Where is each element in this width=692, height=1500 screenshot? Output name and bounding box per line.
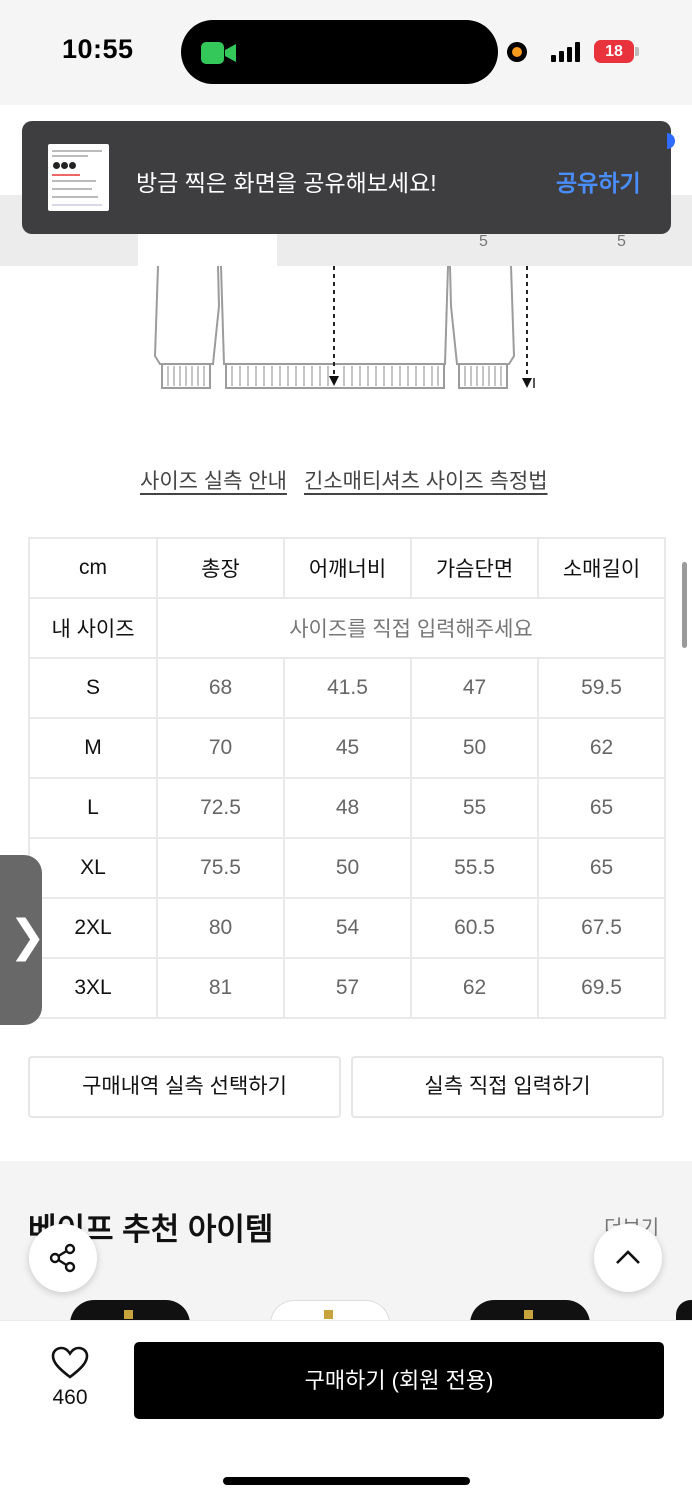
chevron-right-icon: ❯ bbox=[9, 911, 46, 962]
table-cell: 70 bbox=[157, 717, 285, 779]
table-cell: 57 bbox=[284, 957, 412, 1019]
measurement-guide-link[interactable]: 긴소매티셔츠 사이즈 측정법 bbox=[304, 465, 548, 495]
chevron-up-icon bbox=[616, 1250, 640, 1264]
table-row: 2XL 80 54 60.5 67.5 bbox=[28, 897, 666, 959]
size-table: cm 총장 어깨너비 가슴단면 소매길이 내 사이즈 사이즈를 직접 입력해주세… bbox=[28, 537, 666, 1019]
toast-message: 방금 찍은 화면을 공유해보세요! bbox=[136, 170, 437, 196]
table-cell: 60.5 bbox=[411, 897, 539, 959]
mic-indicator-dot bbox=[507, 42, 527, 62]
table-cell: 45 bbox=[284, 717, 412, 779]
table-row: 3XL 81 57 62 69.5 bbox=[28, 957, 666, 1019]
table-cell: 65 bbox=[538, 837, 666, 899]
table-cell: 62 bbox=[538, 717, 666, 779]
size-guide-link[interactable]: 사이즈 실측 안내 bbox=[140, 465, 287, 495]
size-label: L bbox=[28, 777, 158, 839]
table-cell: 72.5 bbox=[157, 777, 285, 839]
product-tag bbox=[524, 1310, 533, 1319]
column-header: 총장 bbox=[157, 537, 285, 599]
table-cell: 75.5 bbox=[157, 837, 285, 899]
table-cell: 65 bbox=[538, 777, 666, 839]
table-cell: 59.5 bbox=[538, 657, 666, 719]
battery-icon: 18 bbox=[594, 40, 634, 63]
table-cell: 50 bbox=[411, 717, 539, 779]
manual-measure-input-button[interactable]: 실측 직접 입력하기 bbox=[351, 1056, 664, 1118]
table-cell: 81 bbox=[157, 957, 285, 1019]
table-cell: 54 bbox=[284, 897, 412, 959]
table-cell: 69.5 bbox=[538, 957, 666, 1019]
size-label: 3XL bbox=[28, 957, 158, 1019]
size-label: XL bbox=[28, 837, 158, 899]
battery-level: 18 bbox=[605, 43, 623, 60]
cellular-signal-icon bbox=[551, 42, 580, 62]
battery-tip bbox=[635, 47, 639, 56]
table-cell: 68 bbox=[157, 657, 285, 719]
table-cell: 48 bbox=[284, 777, 412, 839]
my-size-input[interactable]: 사이즈를 직접 입력해주세요 bbox=[157, 597, 666, 659]
column-header: 가슴단면 bbox=[411, 537, 539, 599]
column-header: 소매길이 bbox=[538, 537, 666, 599]
badge-edge bbox=[667, 133, 675, 149]
video-camera-icon bbox=[201, 42, 236, 64]
my-size-row: 내 사이즈 사이즈를 직접 입력해주세요 bbox=[28, 597, 666, 659]
table-cell: 80 bbox=[157, 897, 285, 959]
share-icon bbox=[49, 1243, 76, 1273]
tab-count: 5 bbox=[617, 233, 626, 250]
buy-button[interactable]: 구매하기 (회원 전용) bbox=[134, 1342, 664, 1419]
table-cell: 67.5 bbox=[538, 897, 666, 959]
home-indicator[interactable] bbox=[223, 1477, 470, 1485]
share-button[interactable] bbox=[29, 1224, 97, 1292]
product-tag bbox=[324, 1310, 333, 1319]
my-size-label: 내 사이즈 bbox=[28, 597, 158, 659]
table-cell: 55 bbox=[411, 777, 539, 839]
table-cell: 41.5 bbox=[284, 657, 412, 719]
table-cell: 47 bbox=[411, 657, 539, 719]
sweatshirt-measurement-illustration bbox=[153, 266, 535, 389]
scroll-top-button[interactable] bbox=[594, 1224, 662, 1292]
table-row: XL 75.5 50 55.5 65 bbox=[28, 837, 666, 899]
size-label: 2XL bbox=[28, 897, 158, 959]
status-bar: 10:55 18 bbox=[0, 0, 692, 105]
table-cell: 62 bbox=[411, 957, 539, 1019]
like-count: 460 bbox=[52, 1386, 88, 1409]
table-cell: 50 bbox=[284, 837, 412, 899]
purchase-history-measure-button[interactable]: 구매내역 실측 선택하기 bbox=[28, 1056, 341, 1118]
table-row: S 68 41.5 47 59.5 bbox=[28, 657, 666, 719]
table-row: M 70 45 50 62 bbox=[28, 717, 666, 779]
size-label: M bbox=[28, 717, 158, 779]
scrollbar[interactable] bbox=[682, 562, 687, 648]
tab-count: 5 bbox=[479, 233, 488, 250]
table-cell: 55.5 bbox=[411, 837, 539, 899]
heart-icon[interactable] bbox=[51, 1346, 89, 1380]
side-drawer-handle[interactable]: ❯ bbox=[0, 855, 46, 1025]
product-tag bbox=[124, 1310, 133, 1319]
dynamic-island bbox=[181, 20, 498, 84]
unit-header: cm bbox=[28, 537, 158, 599]
screenshot-thumbnail[interactable] bbox=[48, 144, 109, 211]
table-row: L 72.5 48 55 65 bbox=[28, 777, 666, 839]
table-header-row: cm 총장 어깨너비 가슴단면 소매길이 bbox=[28, 537, 666, 599]
share-action-button[interactable]: 공유하기 bbox=[556, 164, 641, 198]
share-toast: 방금 찍은 화면을 공유해보세요! 공유하기 bbox=[22, 121, 671, 234]
column-header: 어깨너비 bbox=[284, 537, 412, 599]
size-label: S bbox=[28, 657, 158, 719]
status-time: 10:55 bbox=[62, 34, 134, 64]
